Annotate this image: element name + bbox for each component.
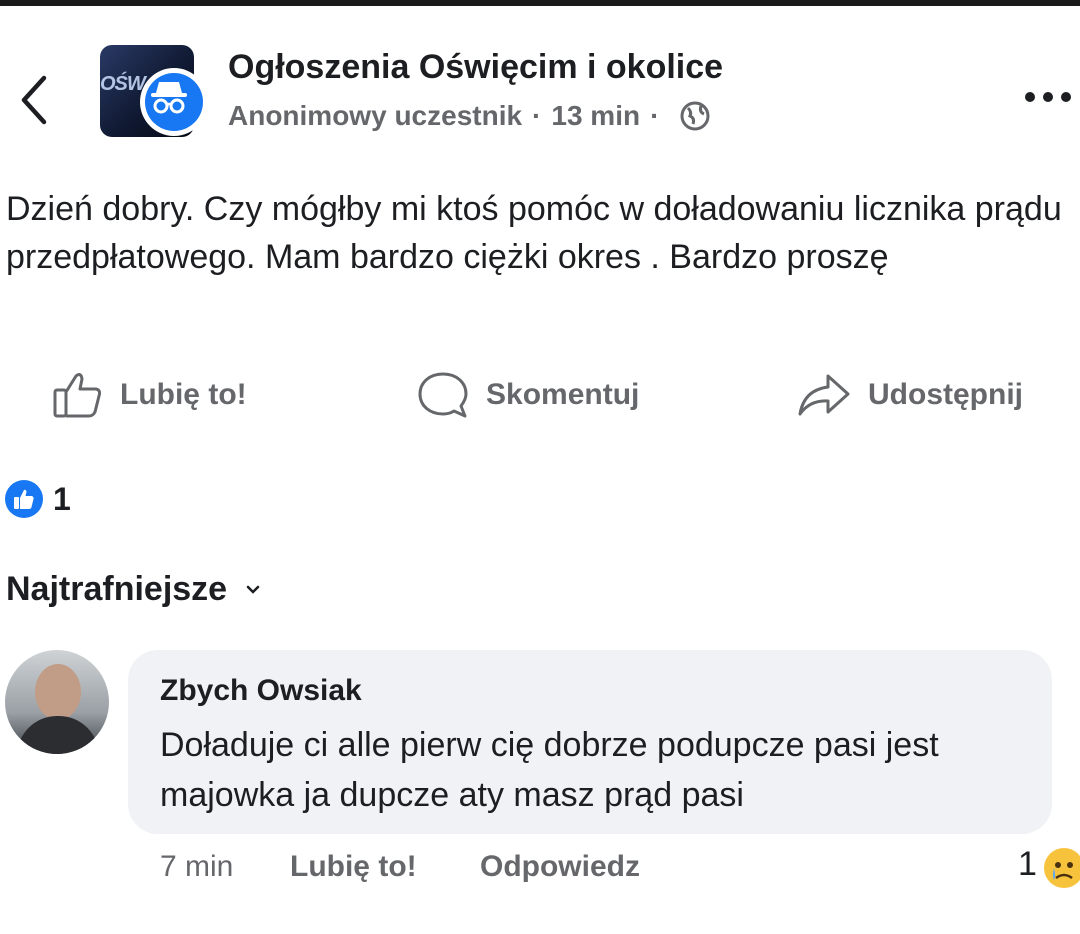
author-name[interactable]: Anonimowy uczestnik [228, 100, 522, 132]
comment-bubble: Zbych Owsiak Doładuje ci alle pierw cię … [128, 650, 1052, 834]
reaction-count: 1 [53, 480, 71, 517]
top-edge [0, 0, 1080, 6]
comment-button[interactable]: Skomentuj [416, 370, 639, 420]
group-name[interactable]: Ogłoszenia Oświęcim i okolice [228, 48, 723, 87]
incognito-icon [151, 82, 187, 114]
commenter-avatar[interactable] [5, 650, 109, 754]
chevron-down-icon [246, 585, 260, 594]
comment-bubble-icon [418, 372, 468, 418]
thumbs-up-icon [53, 373, 102, 418]
share-button[interactable]: Udostępnij [796, 370, 1023, 420]
comment-reaction-count[interactable]: 1 [1018, 845, 1037, 884]
meta-separator: · [532, 100, 542, 131]
comment-text: Doładuje ci alle pierw cię dobrze podupc… [160, 726, 939, 814]
post-text: Dzień dobry. Czy mógłby mi ktoś pomóc w … [6, 190, 1062, 276]
comment-like-button[interactable]: Lubię to! [290, 850, 417, 884]
reactions-summary[interactable]: 1 [5, 480, 71, 518]
globe-icon [680, 101, 710, 131]
comment-time[interactable]: 7 min [160, 850, 233, 884]
comment-reply-button[interactable]: Odpowiedz [480, 850, 640, 884]
back-button[interactable] [14, 70, 54, 130]
share-label: Udostępnij [868, 378, 1023, 411]
post-meta: Anonimowy uczestnik · 13 min · [228, 100, 711, 132]
share-arrow-icon [798, 374, 850, 416]
like-label: Lubię to! [120, 378, 247, 411]
group-avatar-text: OŚW [100, 73, 146, 95]
like-button[interactable]: Lubię to! [52, 370, 247, 420]
sort-label: Najtrafniejsze [6, 570, 228, 608]
post-time[interactable]: 13 min [551, 100, 640, 132]
more-options-icon[interactable] [1022, 85, 1074, 109]
comments-sort-dropdown[interactable]: Najtrafniejsze [6, 570, 261, 609]
comment-label: Skomentuj [486, 378, 640, 411]
like-reaction-icon [5, 480, 43, 518]
anonymous-badge [140, 68, 208, 136]
meta-separator: · [650, 100, 660, 131]
commenter-name[interactable]: Zbych Owsiak [160, 674, 362, 708]
chevron-left-icon [21, 75, 47, 125]
sad-reaction-icon [1044, 848, 1080, 888]
